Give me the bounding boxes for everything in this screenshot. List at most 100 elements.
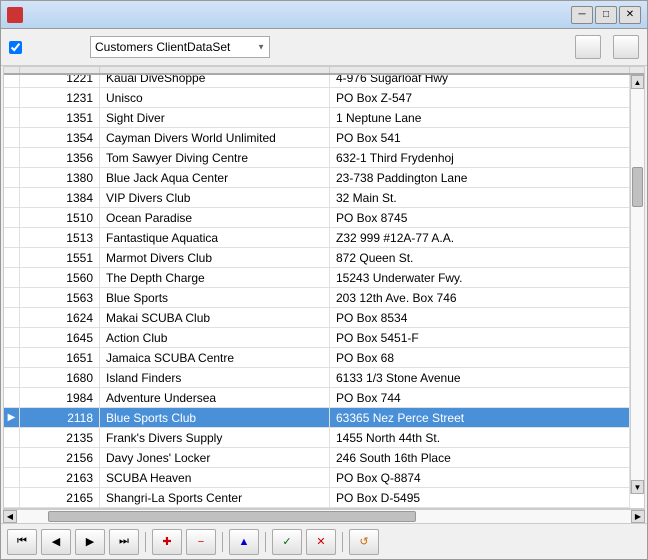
cell-addr1: Z32 999 #12A-77 A.A. [330,228,630,247]
copy-button[interactable] [575,35,601,59]
cell-addr1: 1455 North 44th St. [330,428,630,447]
maximize-button[interactable]: □ [595,6,617,24]
table-row[interactable]: 1231UniscoPO Box Z-547 [4,88,630,108]
cell-custno: 1560 [20,268,100,287]
edit-button[interactable] [613,35,639,59]
table-row[interactable]: 2156Davy Jones' Locker246 South 16th Pla… [4,448,630,468]
cell-custno: 1680 [20,368,100,387]
cell-addr1: 6133 1/3 Stone Avenue [330,368,630,387]
cell-custno: 2165 [20,488,100,507]
cell-company: Jamaica SCUBA Centre [100,348,330,367]
row-indicator [4,368,20,387]
active-checkbox-label[interactable] [9,41,26,54]
row-indicator [4,75,20,87]
row-indicator [4,248,20,267]
prev-record-button[interactable]: ◀ [41,529,71,555]
cell-company: Marmot Divers Club [100,248,330,267]
nav-separator-4 [342,532,343,552]
horizontal-scrollbar[interactable]: ◀ ▶ [3,509,645,523]
minimize-button[interactable]: ─ [571,6,593,24]
cell-company: Ocean Paradise [100,208,330,227]
cell-addr1: PO Box 8745 [330,208,630,227]
cell-addr1: 203 12th Ave. Box 746 [330,288,630,307]
table-row[interactable]: 2163SCUBA HeavenPO Box Q-8874 [4,468,630,488]
cell-company: Unisco [100,88,330,107]
cell-company: Blue Jack Aqua Center [100,168,330,187]
cell-custno: 1645 [20,328,100,347]
cell-custno: 2163 [20,468,100,487]
app-icon [7,7,23,23]
cell-company: Fantastique Aquatica [100,228,330,247]
table-row[interactable]: 1351Sight Diver1 Neptune Lane [4,108,630,128]
cell-addr1: PO Box 744 [330,388,630,407]
table-row[interactable]: 1510Ocean ParadisePO Box 8745 [4,208,630,228]
scroll-thumb-vertical[interactable] [632,167,643,207]
scroll-up-button[interactable]: ▲ [631,75,644,89]
cell-custno: 1356 [20,148,100,167]
cell-addr1: 15243 Underwater Fwy. [330,268,630,287]
table-row[interactable]: ▶2118Blue Sports Club63365 Nez Perce Str… [4,408,630,428]
cell-custno: 1551 [20,248,100,267]
data-grid: 1221Kauai DiveShoppe4-976 Sugarloaf Hwy1… [3,66,645,509]
cell-company: SCUBA Heaven [100,468,330,487]
column-header-addr1 [330,67,630,73]
close-button[interactable]: ✕ [619,6,641,24]
cell-custno: 1354 [20,128,100,147]
post-record-button[interactable]: ▲ [229,529,259,555]
title-bar: ─ □ ✕ [1,1,647,29]
cell-addr1: PO Box 8534 [330,308,630,327]
table-row[interactable]: 1624Makai SCUBA ClubPO Box 8534 [4,308,630,328]
cell-company: Makai SCUBA Club [100,308,330,327]
table-row[interactable]: 1354Cayman Divers World UnlimitedPO Box … [4,128,630,148]
table-row[interactable]: 1984Adventure UnderseaPO Box 744 [4,388,630,408]
navigation-toolbar: ⏮ ◀ ▶ ⏭ ✚ − ▲ ✓ ✕ ↺ [1,523,647,559]
refresh-button[interactable]: ↺ [349,529,379,555]
scroll-right-button[interactable]: ▶ [631,510,645,523]
row-indicator [4,308,20,327]
last-record-button[interactable]: ⏭ [109,529,139,555]
table-row[interactable]: 1563Blue Sports203 12th Ave. Box 746 [4,288,630,308]
nav-separator-2 [222,532,223,552]
vertical-scrollbar[interactable]: ▲ ▼ [630,75,644,494]
cell-addr1: PO Box 5451-F [330,328,630,347]
cell-company: Blue Sports Club [100,408,330,427]
table-row[interactable]: 1221Kauai DiveShoppe4-976 Sugarloaf Hwy [4,75,630,88]
dataset-select[interactable]: Customers ClientDataSet [90,36,270,58]
table-row[interactable]: 1356Tom Sawyer Diving Centre632-1 Third … [4,148,630,168]
main-window: ─ □ ✕ Customers ClientDataSet [0,0,648,560]
cell-company: The Depth Charge [100,268,330,287]
insert-record-button[interactable]: ✚ [152,529,182,555]
table-row[interactable]: 2135Frank's Divers Supply1455 North 44th… [4,428,630,448]
grid-body[interactable]: 1221Kauai DiveShoppe4-976 Sugarloaf Hwy1… [4,75,644,508]
scroll-track-horizontal[interactable] [17,510,631,523]
cancel-record-button[interactable]: ✕ [306,529,336,555]
cell-company: Sight Diver [100,108,330,127]
grid-header [4,67,644,75]
table-row[interactable]: 1513Fantastique AquaticaZ32 999 #12A-77 … [4,228,630,248]
row-indicator [4,188,20,207]
table-row[interactable]: 2165Shangri-La Sports CenterPO Box D-549… [4,488,630,508]
confirm-button[interactable]: ✓ [272,529,302,555]
next-record-button[interactable]: ▶ [75,529,105,555]
cell-addr1: 246 South 16th Place [330,448,630,467]
table-row[interactable]: 1645Action ClubPO Box 5451-F [4,328,630,348]
scroll-thumb-horizontal[interactable] [48,511,416,522]
table-row[interactable]: 1680Island Finders6133 1/3 Stone Avenue [4,368,630,388]
cell-company: Blue Sports [100,288,330,307]
row-indicator [4,428,20,447]
row-indicator [4,128,20,147]
row-indicator [4,388,20,407]
table-row[interactable]: 1380Blue Jack Aqua Center23-738 Paddingt… [4,168,630,188]
table-row[interactable]: 1560The Depth Charge15243 Underwater Fwy… [4,268,630,288]
scroll-track-vertical[interactable] [631,89,644,480]
scroll-down-button[interactable]: ▼ [631,480,644,494]
cell-addr1: 1 Neptune Lane [330,108,630,127]
first-record-button[interactable]: ⏮ [7,529,37,555]
table-row[interactable]: 1551Marmot Divers Club872 Queen St. [4,248,630,268]
scroll-left-button[interactable]: ◀ [3,510,17,523]
delete-record-button[interactable]: − [186,529,216,555]
table-row[interactable]: 1651Jamaica SCUBA CentrePO Box 68 [4,348,630,368]
table-row[interactable]: 1384VIP Divers Club32 Main St. [4,188,630,208]
dataset-select-wrapper[interactable]: Customers ClientDataSet [90,36,270,58]
active-checkbox[interactable] [9,41,22,54]
